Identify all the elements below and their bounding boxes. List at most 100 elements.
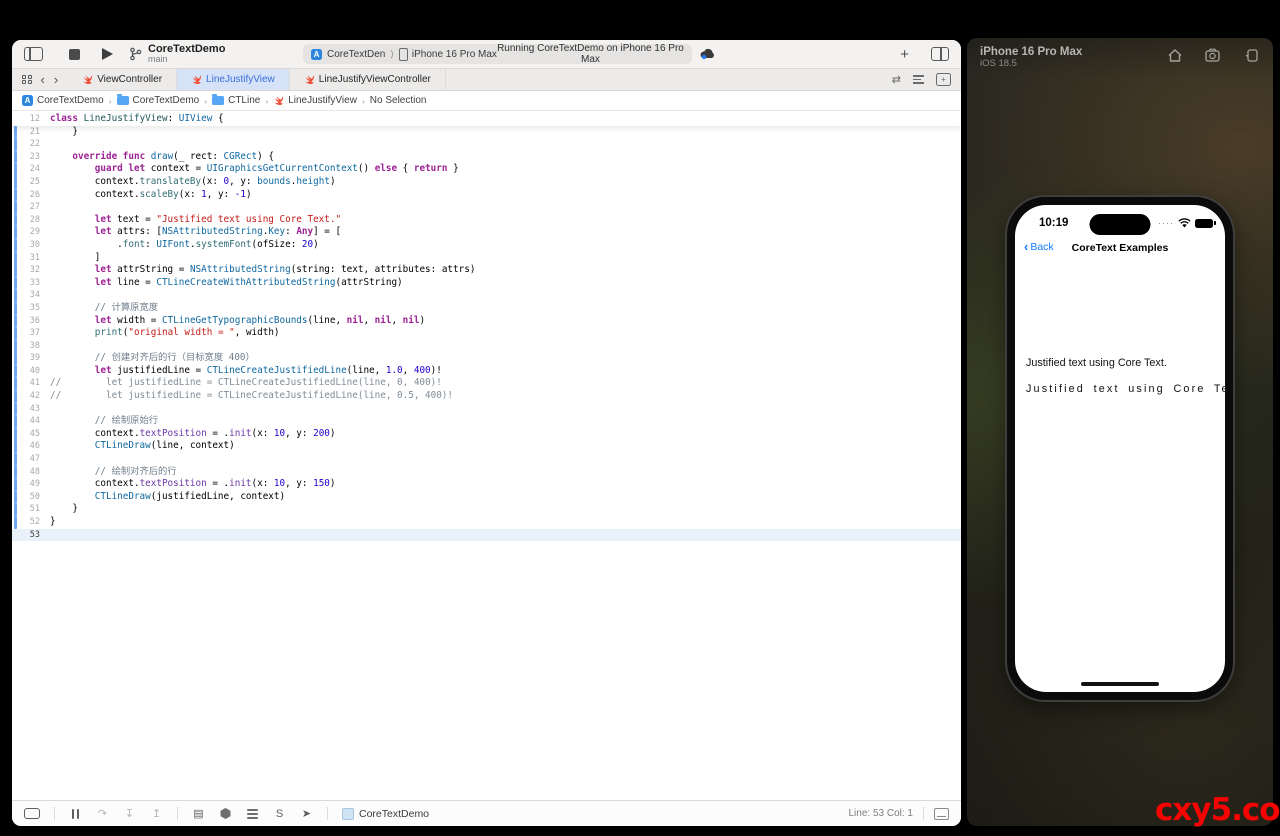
home-indicator[interactable] xyxy=(1081,682,1159,686)
code-line[interactable]: 52} xyxy=(12,516,961,529)
step-over-icon[interactable]: ↷ xyxy=(96,807,109,820)
line-number[interactable]: 35 xyxy=(12,302,50,315)
code-line[interactable]: 51 } xyxy=(12,503,961,516)
source-editor[interactable]: 12class LineJustifyView: UIView {21 }222… xyxy=(12,111,961,800)
code-line[interactable]: 26 context.scaleBy(x: 1, y: -1) xyxy=(12,189,961,202)
memory-graph-icon[interactable] xyxy=(219,808,232,819)
line-number[interactable]: 22 xyxy=(12,138,50,151)
code-line[interactable]: 47 xyxy=(12,453,961,466)
running-process[interactable]: CoreTextDemo xyxy=(342,808,429,820)
breadcrumb-file[interactable]: LineJustifyView xyxy=(273,95,357,106)
scheme-info[interactable]: CoreTextDemo main xyxy=(148,44,225,65)
pause-icon[interactable] xyxy=(69,809,82,819)
line-number[interactable]: 23 xyxy=(12,151,50,164)
line-number[interactable]: 44 xyxy=(12,415,50,428)
run-button[interactable] xyxy=(102,48,113,60)
breadcrumb-subgroup[interactable]: CTLine xyxy=(212,95,260,106)
editor-adjust-icon[interactable] xyxy=(934,808,949,820)
debug-area-toggle-icon[interactable] xyxy=(24,808,40,819)
line-number[interactable]: 33 xyxy=(12,277,50,290)
code-line[interactable]: 49 context.textPosition = .init(x: 10, y… xyxy=(12,478,961,491)
code-line[interactable]: 35 // 计算原宽度 xyxy=(12,302,961,315)
line-number[interactable]: 28 xyxy=(12,214,50,227)
view-hierarchy-icon[interactable]: ▤ xyxy=(192,807,205,820)
code-line[interactable]: 22 xyxy=(12,138,961,151)
code-line[interactable]: 40 let justifiedLine = CTLineCreateJusti… xyxy=(12,365,961,378)
line-number[interactable]: 41 xyxy=(12,377,50,390)
code-line[interactable]: 48 // 绘制对齐后的行 xyxy=(12,466,961,479)
code-line[interactable]: 34 xyxy=(12,289,961,302)
code-line[interactable]: 30 .font: UIFont.systemFont(ofSize: 20) xyxy=(12,239,961,252)
rotate-icon[interactable] xyxy=(1244,48,1259,63)
line-number[interactable]: 21 xyxy=(12,126,50,139)
line-number[interactable]: 37 xyxy=(12,327,50,340)
code-line[interactable]: 12class LineJustifyView: UIView { xyxy=(12,113,961,126)
iphone-screen[interactable]: 10:19 ···· ‹ Back CoreText Examples Ju xyxy=(1015,205,1225,692)
line-col-indicator[interactable]: Line: 53 Col: 1 xyxy=(849,808,914,819)
line-number[interactable]: 50 xyxy=(12,491,50,504)
code-line[interactable]: 28 let text = "Justified text using Core… xyxy=(12,214,961,227)
line-number[interactable]: 25 xyxy=(12,176,50,189)
tab-viewcontroller[interactable]: ViewController xyxy=(68,69,177,90)
code-line[interactable]: 36 let width = CTLineGetTypographicBound… xyxy=(12,315,961,328)
line-number[interactable]: 31 xyxy=(12,252,50,265)
code-line[interactable]: 21 } xyxy=(12,126,961,139)
line-number[interactable]: 26 xyxy=(12,189,50,202)
step-out-icon[interactable]: ↥ xyxy=(150,807,163,820)
screenshot-icon[interactable] xyxy=(1205,48,1222,62)
code-line[interactable]: 33 let line = CTLineCreateWithAttributed… xyxy=(12,277,961,290)
code-line[interactable]: 41// let justifiedLine = CTLineCreateJus… xyxy=(12,377,961,390)
code-line[interactable]: 39 // 创建对齐后的行（目标宽度 400） xyxy=(12,352,961,365)
line-number[interactable]: 24 xyxy=(12,163,50,176)
line-number[interactable]: 42 xyxy=(12,390,50,403)
appearance-override-icon[interactable]: S xyxy=(273,808,286,820)
environment-overrides-icon[interactable] xyxy=(246,809,259,819)
line-number[interactable]: 29 xyxy=(12,226,50,239)
line-number[interactable]: 36 xyxy=(12,315,50,328)
line-number[interactable]: 39 xyxy=(12,352,50,365)
simulate-location-icon[interactable]: ➤ xyxy=(300,807,313,820)
tab-linejustifyviewcontroller[interactable]: LineJustifyViewController xyxy=(290,69,446,90)
code-line[interactable]: 31 ] xyxy=(12,252,961,265)
add-editor-icon[interactable]: + xyxy=(936,73,951,86)
step-into-icon[interactable]: ↧ xyxy=(123,807,136,820)
code-line[interactable]: 50 CTLineDraw(justifiedLine, context) xyxy=(12,491,961,504)
breadcrumb-selection[interactable]: No Selection xyxy=(370,95,427,106)
adjust-editor-options-icon[interactable] xyxy=(913,75,924,84)
line-number[interactable]: 53 xyxy=(12,529,50,542)
go-forward-icon[interactable]: › xyxy=(54,73,58,86)
line-number[interactable]: 46 xyxy=(12,440,50,453)
line-number[interactable]: 12 xyxy=(12,113,50,126)
code-line[interactable]: 25 context.translateBy(x: 0, y: bounds.h… xyxy=(12,176,961,189)
line-number[interactable]: 43 xyxy=(12,403,50,416)
activity-pill[interactable]: A CoreTextDen ⟩ iPhone 16 Pro Max Runnin… xyxy=(303,44,692,64)
code-line[interactable]: 46 CTLineDraw(line, context) xyxy=(12,440,961,453)
library-add-button[interactable]: + xyxy=(900,46,909,63)
line-number[interactable]: 34 xyxy=(12,289,50,302)
navigator-toggle-icon[interactable] xyxy=(24,47,43,61)
code-line[interactable]: 38 xyxy=(12,340,961,353)
tab-overview-icon[interactable] xyxy=(22,75,32,85)
line-number[interactable]: 38 xyxy=(12,340,50,353)
line-number[interactable]: 47 xyxy=(12,453,50,466)
code-line[interactable]: 43 xyxy=(12,403,961,416)
home-icon[interactable] xyxy=(1167,48,1183,63)
simulator-titlebar[interactable]: iPhone 16 Pro Max iOS 18.5 xyxy=(967,38,1273,78)
code-line[interactable]: 32 let attrString = NSAttributedString(s… xyxy=(12,264,961,277)
code-line[interactable]: 23 override func draw(_ rect: CGRect) { xyxy=(12,151,961,164)
code-line[interactable]: 45 context.textPosition = .init(x: 10, y… xyxy=(12,428,961,441)
tab-linejustifyview[interactable]: LineJustifyView xyxy=(177,69,290,90)
line-number[interactable]: 52 xyxy=(12,516,50,529)
xcode-cloud-icon[interactable] xyxy=(699,48,716,60)
breadcrumb-project[interactable]: A CoreTextDemo xyxy=(22,95,104,106)
code-review-icon[interactable]: ⇄ xyxy=(892,73,901,86)
line-number[interactable]: 40 xyxy=(12,365,50,378)
go-back-icon[interactable]: ‹ xyxy=(41,73,45,86)
pill-device-label[interactable]: iPhone 16 Pro Max xyxy=(412,49,497,60)
pill-scheme-label[interactable]: CoreTextDen xyxy=(327,49,385,60)
line-number[interactable]: 49 xyxy=(12,478,50,491)
code-line[interactable]: 44 // 绘制原始行 xyxy=(12,415,961,428)
breadcrumb-group[interactable]: CoreTextDemo xyxy=(117,95,200,106)
editor-layout-icon[interactable] xyxy=(931,47,949,61)
code-line[interactable]: 27 xyxy=(12,201,961,214)
